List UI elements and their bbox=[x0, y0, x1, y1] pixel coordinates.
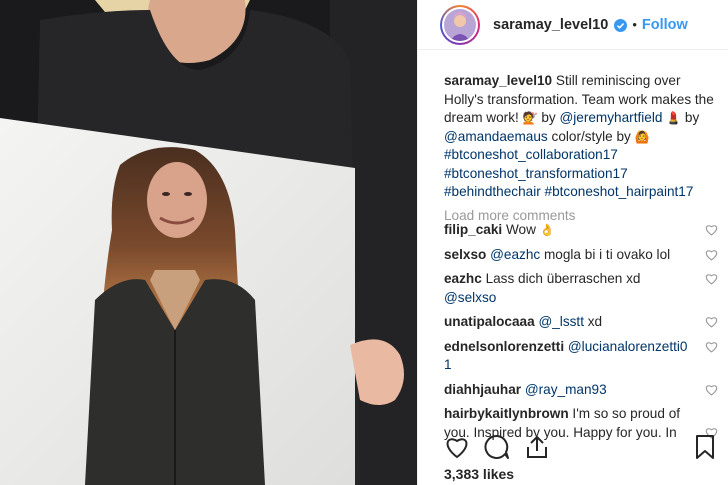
post-action-bar bbox=[444, 432, 718, 462]
avatar[interactable] bbox=[440, 4, 480, 45]
comment-mention[interactable]: @lucianalorenzetti0 bbox=[568, 339, 688, 354]
comment-mention[interactable]: @selxso bbox=[444, 290, 496, 305]
post-sidebar: saramay_level10 • Follow saramay_level10… bbox=[417, 0, 728, 485]
comment-text: Lass dich überraschen xd bbox=[485, 271, 641, 286]
comment-username[interactable]: selxso bbox=[444, 247, 486, 262]
header-separator: • bbox=[632, 17, 637, 32]
like-comment-heart-icon[interactable] bbox=[705, 249, 718, 261]
bookmark-icon[interactable] bbox=[692, 434, 718, 460]
list-item: filip_caki Wow 👌 bbox=[444, 221, 720, 240]
comment-mention[interactable]: @eazhc bbox=[490, 247, 540, 262]
lipstick-emoji: 💄 bbox=[666, 111, 682, 125]
comment-text: Wow bbox=[505, 222, 536, 237]
post-photo-image bbox=[0, 0, 417, 485]
like-comment-heart-icon[interactable] bbox=[705, 341, 718, 353]
caption: saramay_level10 Still reminiscing over H… bbox=[444, 72, 718, 202]
ok-hand-emoji: 👌 bbox=[539, 223, 555, 237]
post-header: saramay_level10 • Follow bbox=[418, 0, 728, 50]
hashtag[interactable]: #btconeshot_collaboration17 bbox=[444, 147, 618, 162]
like-comment-heart-icon[interactable] bbox=[705, 273, 718, 285]
comment-username[interactable]: diahhjauhar bbox=[444, 382, 521, 397]
comment-text: xd bbox=[587, 314, 603, 329]
hashtag[interactable]: #btconeshot_hairpaint17 bbox=[545, 184, 694, 199]
mention-jeremyhartfield[interactable]: @jeremyhartfield bbox=[559, 110, 662, 125]
like-count[interactable]: 3,383 likes bbox=[444, 466, 514, 482]
comment-mention[interactable]: @ray_man93 bbox=[525, 382, 607, 397]
comment-username[interactable]: filip_caki bbox=[444, 222, 502, 237]
comment-text: mogla bi i ti ovako lol bbox=[543, 246, 671, 262]
caption-by-1: by bbox=[541, 110, 556, 125]
share-icon[interactable] bbox=[524, 434, 550, 460]
list-item: unatipalocaaa @_lsstt xd bbox=[444, 313, 720, 332]
comment-username[interactable]: hairbykaitlynbrown bbox=[444, 406, 569, 421]
comment-list: filip_caki Wow 👌 selxso @eazhc mogla bi … bbox=[444, 221, 720, 448]
like-comment-heart-icon[interactable] bbox=[705, 316, 718, 328]
caption-username[interactable]: saramay_level10 bbox=[444, 73, 552, 88]
caption-by-2: by bbox=[684, 110, 700, 125]
comment-text: 1 bbox=[444, 357, 452, 372]
like-comment-heart-icon[interactable] bbox=[705, 224, 718, 236]
like-heart-icon[interactable] bbox=[444, 434, 470, 460]
like-comment-heart-icon[interactable] bbox=[705, 384, 718, 396]
verified-badge-icon bbox=[614, 19, 628, 32]
caption-block: saramay_level10 Still reminiscing over H… bbox=[444, 72, 718, 225]
comment-mention[interactable]: @_lsstt bbox=[538, 314, 584, 329]
list-item: diahhjauhar @ray_man93 bbox=[444, 381, 720, 400]
comment-username[interactable]: unatipalocaaa bbox=[444, 314, 535, 329]
gesture-emoji: 🙆 bbox=[634, 129, 650, 144]
haircut-emoji: 💇 bbox=[522, 111, 538, 125]
header-username[interactable]: saramay_level10 bbox=[493, 17, 608, 33]
comment-username[interactable]: ednelsonlorenzetti bbox=[444, 339, 564, 354]
hashtag[interactable]: #btconeshot_transformation17 bbox=[444, 166, 628, 181]
list-item: eazhc Lass dich überraschen xd @selxso bbox=[444, 270, 720, 307]
caption-color-style: color/style by bbox=[551, 128, 631, 144]
list-item: selxso @eazhc mogla bi i ti ovako lol bbox=[444, 246, 720, 265]
mention-amandaemaus[interactable]: @amandaemaus bbox=[444, 129, 548, 144]
comment-username[interactable]: eazhc bbox=[444, 271, 482, 286]
hashtag[interactable]: #behindthechair bbox=[444, 184, 541, 199]
comment-icon[interactable] bbox=[484, 434, 510, 460]
follow-button[interactable]: Follow bbox=[642, 17, 688, 33]
post-photo[interactable] bbox=[0, 0, 417, 485]
list-item: ednelsonlorenzetti @lucianalorenzetti0 1 bbox=[444, 338, 720, 375]
